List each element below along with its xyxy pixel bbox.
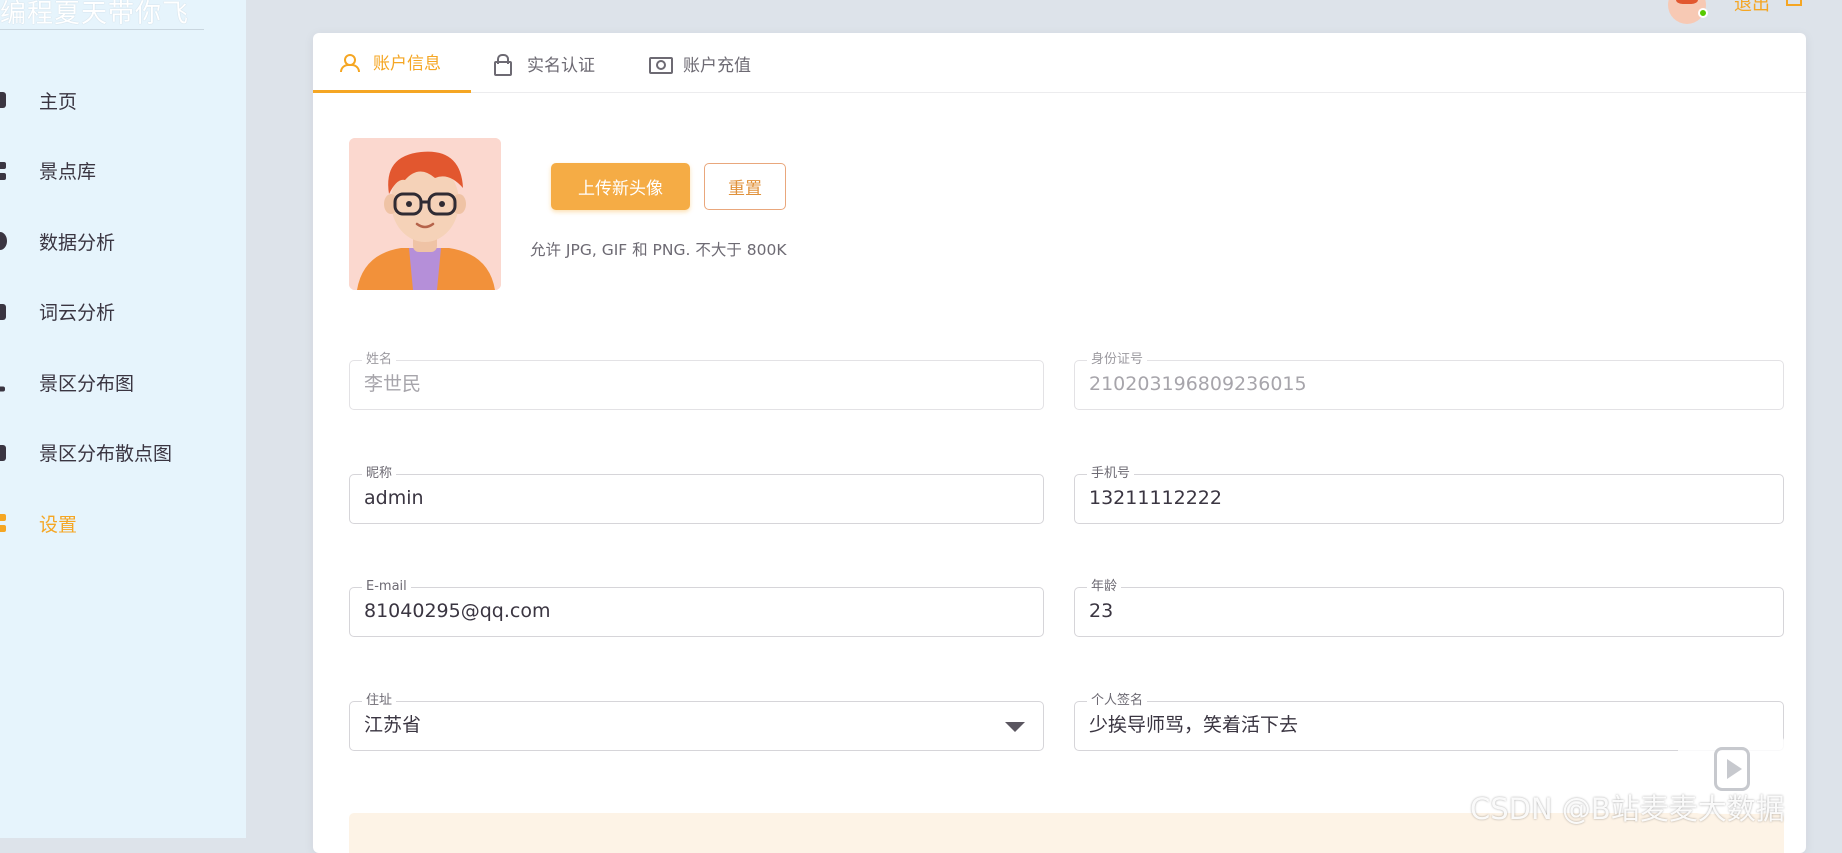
reset-avatar-button[interactable]: 重置 [704, 163, 786, 210]
sidebar-nav: 主页 景点库 数据分析 词云分析 景区分布图 景区分布散点图 设置 [0, 65, 246, 559]
online-status-badge [1698, 8, 1708, 18]
map-icon [0, 386, 5, 392]
brand-title: 编程夏天带你飞 [0, 0, 190, 29]
tab-label: 账户充值 [683, 55, 751, 76]
age-field[interactable]: 年龄 23 [1074, 579, 1784, 637]
settings-tabs: 账户信息 实名认证 账户充值 [313, 33, 1806, 93]
address-value[interactable]: 江苏省 [364, 702, 421, 749]
name-field: 姓名 李世民 [349, 352, 1044, 410]
nickname-field[interactable]: 昵称 admin [349, 466, 1044, 524]
sidebar-item-label: 景区分布图 [39, 372, 135, 395]
sidebar-item-label: 数据分析 [39, 231, 116, 254]
sidebar-brand: 编程夏天带你飞 [0, 0, 204, 30]
sidebar-item-home[interactable]: 主页 [0, 65, 246, 136]
sidebar-item-distribution-map[interactable]: 景区分布图 [0, 347, 246, 418]
sidebar-item-attractions[interactable]: 景点库 [0, 136, 246, 207]
account-settings-card: 账户信息 实名认证 账户充值 上传新头像 重置 允许 JPG, GIF 和 PN… [313, 33, 1806, 853]
tab-account-recharge[interactable]: 账户充值 [649, 33, 751, 93]
pie-chart-icon [0, 232, 7, 251]
sidebar-item-label: 景点库 [39, 161, 97, 184]
id-number-value: 210203196809236015 [1089, 373, 1307, 395]
sidebar-item-label: 词云分析 [39, 302, 116, 325]
tab-label: 账户信息 [373, 54, 441, 74]
lock-icon [493, 54, 512, 76]
home-icon [0, 92, 6, 109]
sidebar: 编程夏天带你飞 主页 景点库 数据分析 词云分析 景区分布图 景区分布散点图 设… [0, 0, 246, 838]
upload-avatar-button[interactable]: 上传新头像 [551, 163, 690, 210]
tab-account-info[interactable]: 账户信息 [313, 33, 471, 93]
sidebar-item-wordcloud[interactable]: 词云分析 [0, 277, 246, 348]
sidebar-item-label: 主页 [39, 90, 78, 113]
signature-value[interactable]: 少挨导师骂，笑着活下去 [1089, 702, 1298, 749]
nickname-value[interactable]: admin [364, 475, 424, 522]
sidebar-item-label: 设置 [39, 513, 78, 536]
settings-icon [0, 514, 7, 533]
cash-icon [649, 54, 673, 74]
scatter-icon [0, 444, 6, 461]
play-icon [1714, 747, 1750, 791]
phone-field[interactable]: 手机号 13211112222 [1074, 466, 1784, 524]
sidebar-item-data-analysis[interactable]: 数据分析 [0, 206, 246, 277]
name-value: 李世民 [364, 373, 422, 395]
account-icon [339, 53, 360, 72]
profile-avatar-image [349, 138, 501, 290]
sidebar-item-settings[interactable]: 设置 [0, 488, 246, 559]
email-field[interactable]: E-mail 81040295@qq.com [349, 579, 1044, 637]
grid-icon [0, 161, 7, 180]
upload-hint-text: 允许 JPG, GIF 和 PNG. 不大于 800K [530, 241, 787, 259]
cloud-icon [0, 303, 6, 320]
email-value[interactable]: 81040295@qq.com [364, 588, 550, 635]
id-number-field: 身份证号 210203196809236015 [1074, 352, 1784, 410]
age-value[interactable]: 23 [1089, 588, 1113, 635]
logout-icon[interactable] [1786, 0, 1802, 6]
watermark-credit: CSDN @B站麦麦大数据 [1470, 792, 1785, 826]
phone-value[interactable]: 13211112222 [1089, 475, 1222, 522]
logout-link[interactable]: 退出 [1734, 0, 1770, 16]
tab-label: 实名认证 [527, 55, 595, 76]
sidebar-item-scatter-map[interactable]: 景区分布散点图 [0, 418, 246, 489]
signature-field[interactable]: 个人签名 少挨导师骂，笑着活下去 [1074, 693, 1784, 751]
tab-real-name-verification[interactable]: 实名认证 [493, 33, 595, 93]
address-select[interactable]: 住址 江苏省 [349, 693, 1044, 751]
sidebar-item-label: 景区分布散点图 [39, 443, 173, 466]
chevron-down-icon[interactable] [1005, 722, 1025, 732]
